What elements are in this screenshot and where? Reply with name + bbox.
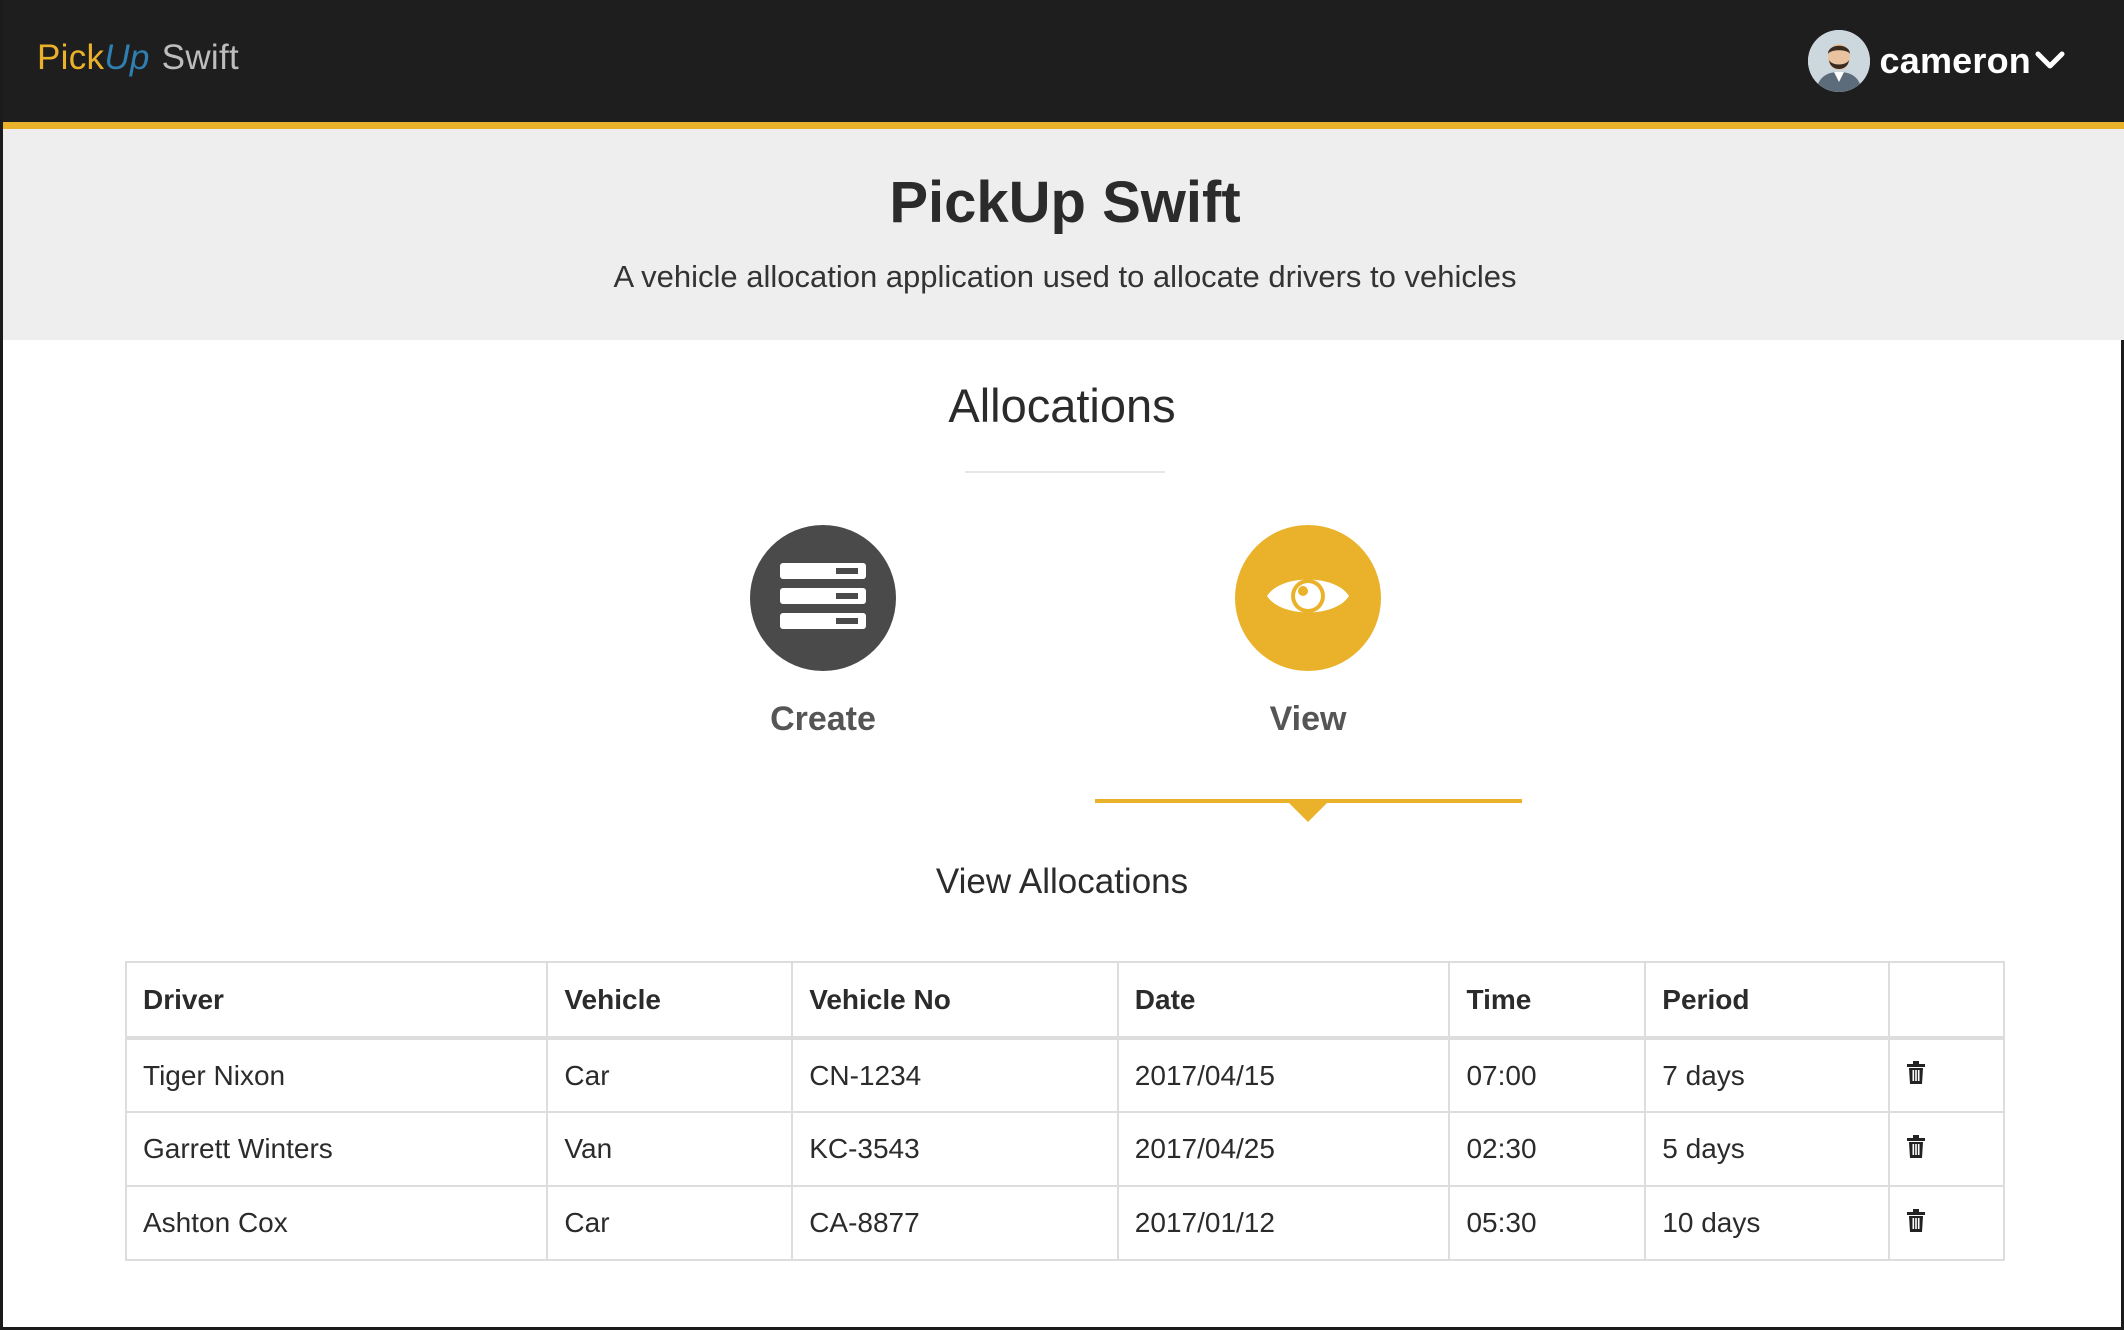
trash-icon[interactable] [1906,1134,1926,1166]
view-circle [1235,525,1381,671]
cell-actions [1888,1111,2005,1187]
cell-time: 02:30 [1448,1111,1647,1187]
cell-date: 2017/01/12 [1116,1185,1451,1261]
cell-vehicle: Van [546,1111,794,1187]
view-label: View [1269,700,1347,738]
brand-logo[interactable]: PickUp Swift [37,38,239,78]
cell-time: 05:30 [1448,1185,1647,1261]
cell-period: 7 days [1644,1037,1891,1113]
cell-actions [1888,1185,2005,1261]
view-action-button[interactable]: View [1235,525,1381,738]
cell-date: 2017/04/25 [1116,1111,1451,1187]
table-row: Garrett Winters Van KC-3543 2017/04/25 0… [124,1111,2005,1187]
section-divider [965,471,1165,473]
app-frame: PickUp Swift cameron PickUp Swift A vehi… [0,0,2124,1330]
avatar [1807,30,1870,92]
header-date[interactable]: Date [1116,961,1451,1040]
header-driver[interactable]: Driver [124,961,549,1040]
page-title: PickUp Swift [889,170,1241,235]
page-subtitle: A vehicle allocation application used to… [613,259,1517,294]
user-menu[interactable]: cameron [1807,30,2065,92]
allocations-table: Driver Vehicle Vehicle No Date Time Peri… [124,961,2005,1261]
table-row: Tiger Nixon Car CN-1234 2017/04/15 07:00… [124,1037,2005,1113]
brand-swift: Swift [161,38,240,77]
server-list-icon [780,562,866,634]
section-title: Allocations [948,379,1176,432]
trash-icon[interactable] [1906,1208,1926,1240]
active-tab-caret [1288,802,1328,822]
cell-date: 2017/04/15 [1116,1037,1451,1113]
brand-pick: Pick [37,38,105,77]
create-action-button[interactable]: Create [750,525,896,738]
cell-driver: Tiger Nixon [124,1037,549,1113]
cell-vehicle-no: KC-3543 [791,1111,1119,1187]
header-vehicle-no[interactable]: Vehicle No [791,961,1119,1040]
table-header-row: Driver Vehicle Vehicle No Date Time Peri… [124,961,2005,1040]
cell-vehicle: Car [546,1037,794,1113]
cell-period: 5 days [1644,1111,1891,1187]
allocations-table-wrapper: Driver Vehicle Vehicle No Date Time Peri… [124,961,2005,1261]
cell-driver: Ashton Cox [124,1185,549,1261]
header-actions [1888,961,2005,1040]
table-row: Ashton Cox Car CA-8877 2017/01/12 05:30 … [124,1185,2005,1261]
cell-vehicle: Car [546,1185,794,1261]
brand-up: Up [104,38,150,77]
subsection-title: View Allocations [935,862,1189,901]
cell-vehicle-no: CA-8877 [791,1185,1119,1261]
trash-icon[interactable] [1906,1060,1926,1092]
cell-period: 10 days [1644,1185,1891,1261]
user-name: cameron [1879,40,2031,81]
navbar-accent-bar [3,122,2124,129]
header-period[interactable]: Period [1644,961,1891,1040]
eye-icon [1265,568,1351,629]
cell-vehicle-no: CN-1234 [791,1037,1119,1113]
chevron-down-icon [2035,50,2065,77]
top-navbar: PickUp Swift cameron [3,0,2124,122]
cell-actions [1888,1037,2005,1113]
create-circle [750,525,896,671]
cell-time: 07:00 [1448,1037,1647,1113]
hero-banner: PickUp Swift A vehicle allocation applic… [3,129,2124,340]
cell-driver: Garrett Winters [124,1111,549,1187]
header-time[interactable]: Time [1448,961,1647,1040]
header-vehicle[interactable]: Vehicle [546,961,794,1040]
create-label: Create [770,700,876,738]
